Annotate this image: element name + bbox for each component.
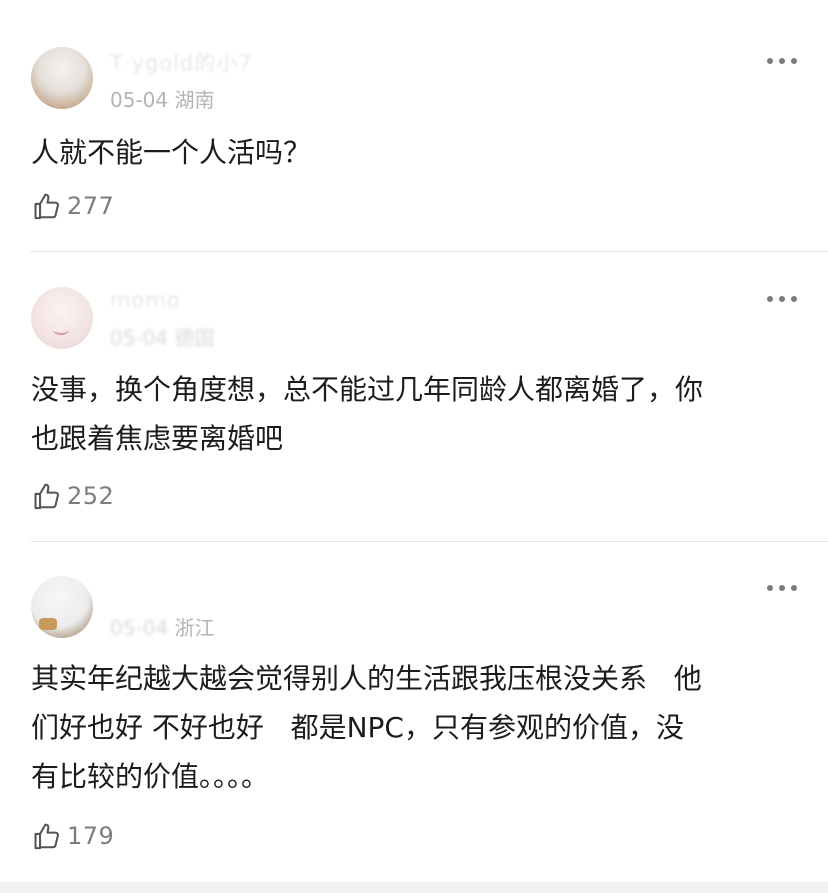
avatar[interactable] xyxy=(31,47,93,109)
comment-location: 德国 xyxy=(174,326,215,350)
comment-date: 05-04 xyxy=(110,88,169,112)
bottom-bar xyxy=(0,882,828,893)
thumbs-up-icon xyxy=(31,821,62,852)
comment-text: 其实年纪越大越会觉得别人的生活跟我压根没关系 他 们好也好 不好也好 都是NPC… xyxy=(31,662,702,793)
username[interactable]: momo xyxy=(110,288,181,312)
like-button[interactable]: 277 xyxy=(31,189,114,223)
like-count: 252 xyxy=(67,482,115,510)
username[interactable]: T·ygold的小7 xyxy=(110,47,253,77)
like-count: 277 xyxy=(67,192,115,220)
comment-text: 没事，换个角度想，总不能过几年同龄人都离婚了，你 也跟着焦虑要离婚吧 xyxy=(31,373,704,455)
comment-item: momo 05-04 德国 没事，换个角度想，总不能过几年同龄人都离婚了，你 也… xyxy=(0,252,828,542)
comment-meta: 05-04 德国 xyxy=(110,322,214,351)
thumbs-up-icon xyxy=(31,191,62,222)
comment-item: 05-04 浙江 其实年纪越大越会觉得别人的生活跟我压根没关系 他 们好也好 不… xyxy=(0,542,828,882)
comment-meta: 05-04 湖南 xyxy=(110,84,214,113)
comment-location: 浙江 xyxy=(174,616,215,640)
more-dots-icon[interactable] xyxy=(767,296,797,302)
like-button[interactable]: 252 xyxy=(31,479,114,513)
more-dots-icon[interactable] xyxy=(767,58,797,64)
comment-meta: 05-04 浙江 xyxy=(110,612,214,641)
comment-item: T·ygold的小7 05-04 湖南 人就不能一个人活吗？ 277 xyxy=(0,0,828,252)
like-count: 179 xyxy=(67,822,115,850)
comment-date: 05-04 xyxy=(110,616,169,640)
avatar[interactable] xyxy=(31,576,93,638)
comment-text: 人就不能一个人活吗？ xyxy=(31,136,312,169)
comment-location: 湖南 xyxy=(174,88,215,112)
comment-date: 05-04 xyxy=(110,326,169,350)
more-dots-icon[interactable] xyxy=(767,585,797,591)
like-button[interactable]: 179 xyxy=(31,819,114,853)
thumbs-up-icon xyxy=(31,481,62,512)
avatar[interactable] xyxy=(31,287,93,349)
